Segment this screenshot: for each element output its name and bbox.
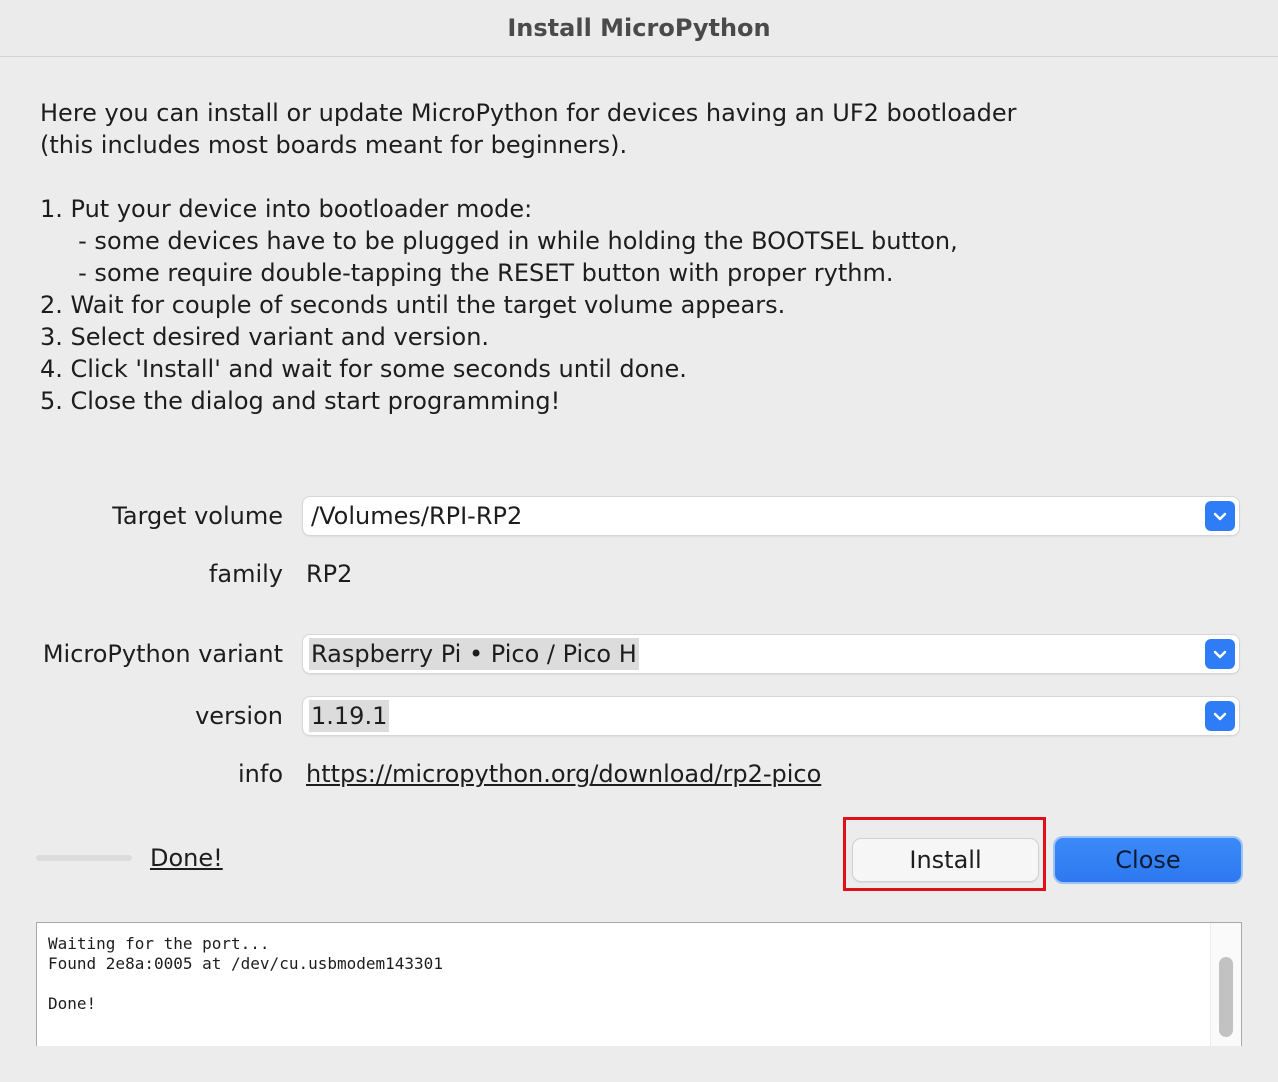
instruction-line: 5. Close the dialog and start programmin… — [40, 387, 561, 415]
info-link[interactable]: https://micropython.org/download/rp2-pic… — [306, 760, 821, 788]
variant-value: Raspberry Pi • Pico / Pico H — [309, 638, 639, 670]
title-bar: Install MicroPython — [0, 0, 1278, 57]
instruction-line: 3. Select desired variant and version. — [40, 323, 490, 351]
instruction-line — [40, 161, 1016, 193]
target-volume-value: /Volumes/RPI-RP2 — [311, 502, 523, 530]
info-label: info — [237, 760, 283, 788]
target-volume-label: Target volume — [112, 502, 283, 530]
log-scrollbar[interactable] — [1210, 923, 1241, 1046]
instruction-line: 1. Put your device into bootloader mode: — [40, 195, 533, 223]
instruction-line: (this includes most boards meant for beg… — [40, 131, 628, 159]
log-line: Done! — [48, 994, 97, 1013]
window-title: Install MicroPython — [507, 14, 771, 42]
progress-bar — [36, 855, 132, 861]
version-label: version — [195, 702, 283, 730]
close-button[interactable]: Close — [1055, 838, 1241, 882]
family-label: family — [208, 560, 283, 588]
instruction-line: - some require double-tapping the RESET … — [40, 259, 894, 287]
chevron-down-icon[interactable] — [1205, 701, 1235, 731]
done-link[interactable]: Done! — [150, 844, 223, 872]
instruction-line: - some devices have to be plugged in whi… — [40, 227, 958, 255]
instruction-line: 2. Wait for couple of seconds until the … — [40, 291, 786, 319]
target-volume-select[interactable]: /Volumes/RPI-RP2 — [303, 497, 1239, 535]
instruction-line: Here you can install or update MicroPyth… — [40, 99, 1017, 127]
version-select[interactable]: 1.19.1 — [303, 697, 1239, 735]
variant-label: MicroPython variant — [42, 640, 283, 668]
log-scrollbar-thumb[interactable] — [1219, 957, 1233, 1037]
chevron-down-icon[interactable] — [1205, 501, 1235, 531]
version-value: 1.19.1 — [309, 700, 390, 732]
log-line: Waiting for the port... — [48, 934, 270, 953]
log-line: Found 2e8a:0005 at /dev/cu.usbmodem14330… — [48, 954, 443, 973]
install-button[interactable]: Install — [853, 839, 1038, 881]
variant-select[interactable]: Raspberry Pi • Pico / Pico H — [303, 635, 1239, 673]
chevron-down-icon[interactable] — [1205, 639, 1235, 669]
instructions-text: Here you can install or update MicroPyth… — [40, 97, 1016, 417]
instruction-line: 4. Click 'Install' and wait for some sec… — [40, 355, 687, 383]
log-text: Waiting for the port... Found 2e8a:0005 … — [48, 934, 443, 1014]
family-value: RP2 — [306, 560, 353, 588]
log-output[interactable]: Waiting for the port... Found 2e8a:0005 … — [36, 922, 1242, 1046]
